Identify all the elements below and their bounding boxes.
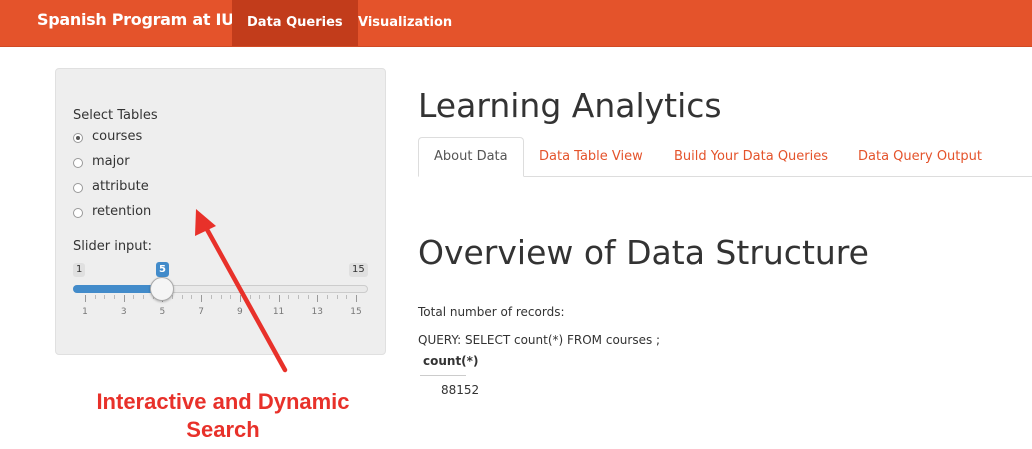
annotation-arrow-icon	[195, 209, 288, 373]
annotation-text: Interactive and Dynamic Search	[55, 388, 391, 444]
annotation-line-2: Search	[186, 417, 260, 442]
annotation-line-1: Interactive and Dynamic	[96, 389, 350, 414]
